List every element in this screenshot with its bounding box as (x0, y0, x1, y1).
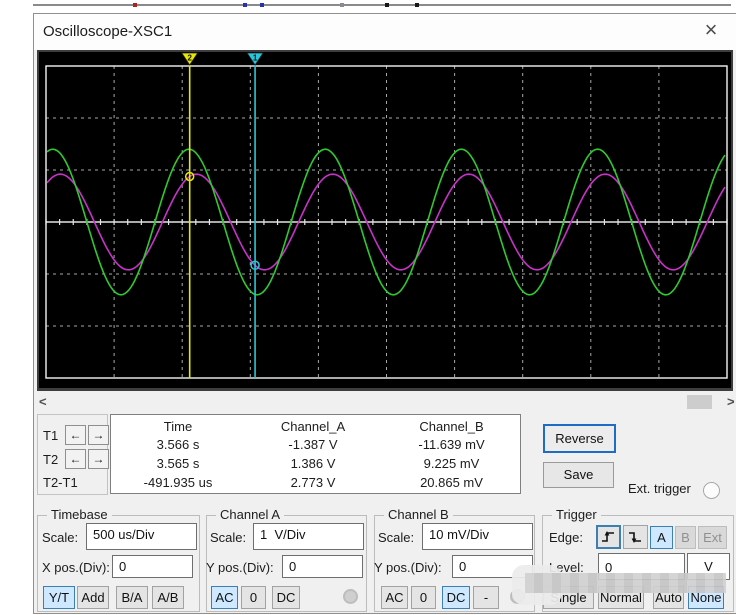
background-wire (33, 4, 731, 6)
channel-a-title: Channel A (216, 507, 284, 522)
readout-cell: -491.935 us (143, 475, 213, 490)
background-dot (340, 3, 344, 7)
cursor-2-flag-label: 2 (187, 54, 192, 63)
channel-b-minus-button[interactable]: - (473, 586, 499, 609)
channel-b-zero-button[interactable]: 0 (411, 586, 436, 609)
readout-header: Channel_B (419, 419, 484, 434)
timebase-title: Timebase (47, 507, 112, 522)
channel-b-scale-input[interactable]: 10 mV/Div (422, 523, 533, 550)
background-dot (415, 3, 419, 7)
channel-b-scale-label: Scale: (378, 530, 415, 545)
t2-label: T2 (43, 452, 59, 467)
trigger-source-b-button[interactable]: B (675, 526, 696, 549)
channel-a-scale-input[interactable]: 1 V/Div (253, 523, 364, 550)
falling-edge-button[interactable] (623, 525, 648, 549)
cursor-controls: T1 ← → T2 ← → T2-T1 (37, 414, 109, 495)
background-dot (260, 3, 264, 7)
channel-b-dc-button[interactable]: DC (442, 586, 470, 609)
reverse-button[interactable]: Reverse (543, 424, 616, 453)
readout-row-t1: 3.566 s -1.387 V -11.639 mV (111, 435, 520, 454)
t1-label: T1 (43, 428, 59, 443)
readout-cell: 1.386 V (290, 456, 336, 471)
channel-a-scale-label: Scale: (210, 530, 247, 545)
titlebar: Oscilloscope-XSC1 × (34, 14, 736, 50)
channel-a-zero-button[interactable]: 0 (241, 586, 266, 609)
readout-table: Time Channel_A Channel_B 3.566 s -1.387 … (110, 414, 521, 494)
ext-trigger-led-icon (703, 482, 720, 499)
save-button[interactable]: Save (543, 462, 614, 488)
readout-cell: 20.865 mV (420, 475, 483, 490)
channel-b-ypos-label: Y pos.(Div): (374, 560, 442, 575)
channel-a-led-icon (343, 589, 358, 604)
oscilloscope-window: Oscilloscope-XSC1 × 21 < > T1 ← → T2 ← →… (33, 13, 736, 614)
t2-right-button[interactable]: → (88, 449, 109, 469)
readout-cell: 3.565 s (156, 456, 200, 471)
scrollbar-right-arrow-icon[interactable]: > (727, 394, 735, 409)
background-dot (243, 3, 247, 7)
ext-trigger-label: Ext. trigger (628, 481, 691, 496)
channel-a-ypos-label: Y pos.(Div): (206, 560, 274, 575)
readout-cell: 2.773 V (290, 475, 336, 490)
window-title: Oscilloscope-XSC1 (43, 23, 173, 40)
channel-b-title: Channel B (384, 507, 453, 522)
readout-row-t2-t1: -491.935 us 2.773 V 20.865 mV (111, 473, 520, 492)
channel-a-ypos-input[interactable]: 0 (282, 555, 363, 578)
readout-header: Time (163, 419, 193, 434)
readout-cell: -1.387 V (288, 437, 338, 452)
scrollbar-thumb[interactable] (687, 395, 712, 409)
rising-edge-button[interactable] (596, 525, 621, 549)
t1-left-button[interactable]: ← (65, 425, 86, 445)
readout-cell: 3.566 s (156, 437, 200, 452)
readout-cell: 9.225 mV (423, 456, 480, 471)
channel-a-ac-button[interactable]: AC (211, 586, 238, 609)
timebase-mode-ab-button[interactable]: A/B (152, 586, 184, 609)
readout-header: Channel_A (280, 419, 346, 434)
timebase-mode-add-button[interactable]: Add (77, 586, 109, 609)
scrollbar-left-arrow-icon[interactable]: < (39, 394, 47, 409)
timebase-mode-ba-button[interactable]: B/A (116, 586, 148, 609)
readout-header-row: Time Channel_A Channel_B (111, 415, 520, 435)
background-dot (133, 3, 137, 7)
trigger-source-ext-button[interactable]: Ext (698, 526, 727, 549)
timebase-xpos-label: X pos.(Div): (42, 560, 110, 575)
channel-b-ac-button[interactable]: AC (381, 586, 408, 609)
falling-edge-icon (629, 532, 641, 543)
trigger-title: Trigger (552, 507, 601, 522)
scope-display: 21 (37, 50, 733, 391)
channel-a-dc-button[interactable]: DC (272, 586, 300, 609)
readout-cell: -11.639 mV (418, 437, 485, 452)
t1-right-button[interactable]: → (88, 425, 109, 445)
screen: Oscilloscope-XSC1 × 21 < > T1 ← → T2 ← →… (0, 0, 736, 615)
watermark-blur (525, 573, 726, 593)
trigger-source-a-button[interactable]: A (650, 526, 673, 549)
background-dot (385, 3, 389, 7)
timebase-xpos-input[interactable]: 0 (112, 555, 193, 578)
background-schematic-strip (0, 0, 736, 13)
timebase-mode-yt-button[interactable]: Y/T (43, 586, 75, 609)
readout-row-t2: 3.565 s 1.386 V 9.225 mV (111, 454, 520, 473)
scope-horizontal-scrollbar[interactable]: < > (34, 393, 736, 412)
t2-left-button[interactable]: ← (65, 449, 86, 469)
rising-edge-icon (602, 531, 614, 542)
timebase-scale-input[interactable]: 500 us/Div (86, 523, 197, 550)
trigger-edge-label: Edge: (549, 530, 583, 545)
t2-t1-label: T2-T1 (43, 475, 78, 490)
scope-plot: 21 (45, 52, 728, 379)
timebase-scale-label: Scale: (42, 530, 79, 545)
cursor-1-flag-label: 1 (253, 54, 258, 63)
close-icon[interactable]: × (698, 17, 724, 43)
